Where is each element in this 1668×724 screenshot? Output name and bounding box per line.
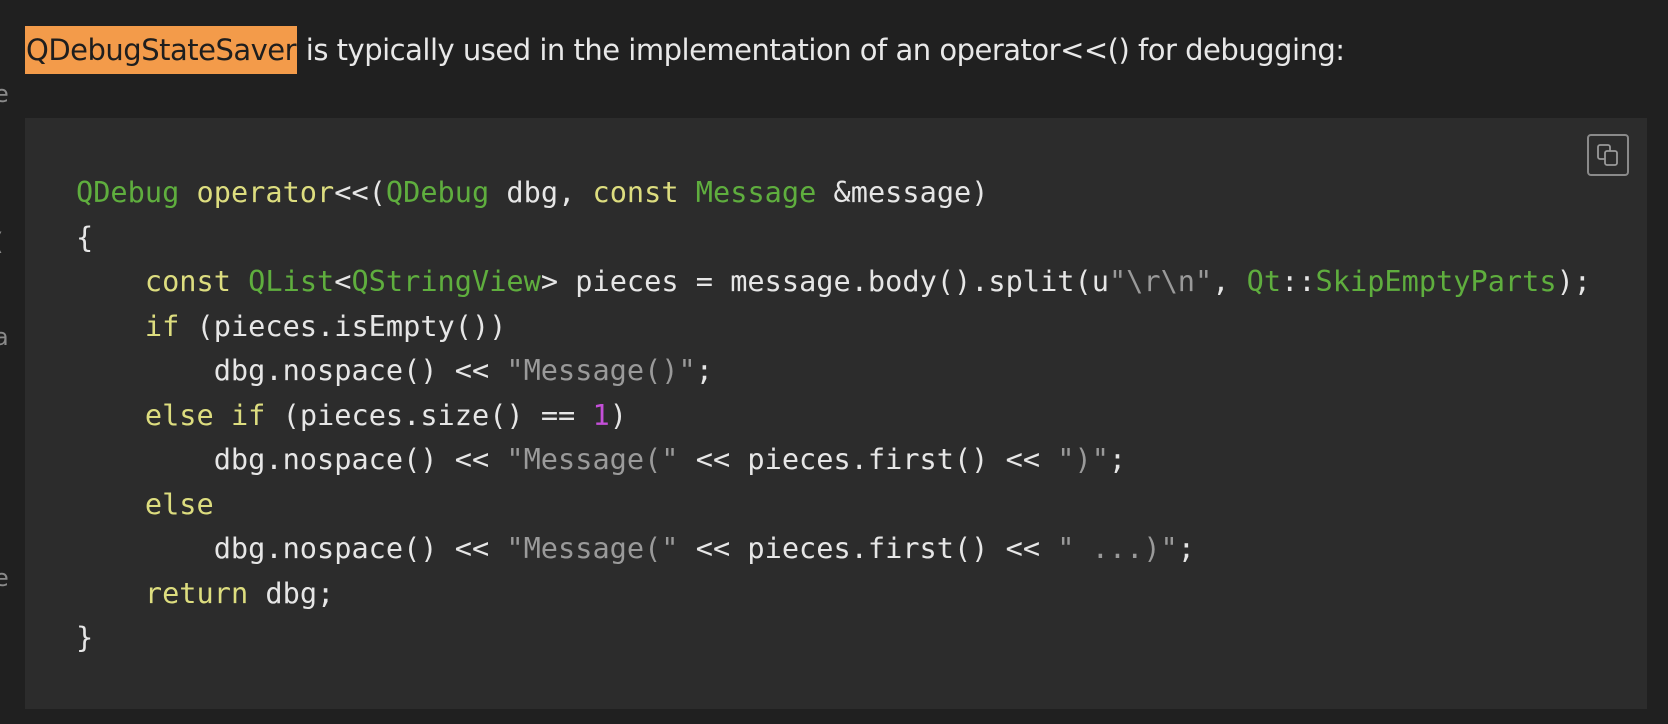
edge-text-fragment: e bbox=[0, 80, 9, 108]
code-text: dbg; bbox=[248, 575, 335, 610]
code-type: Qt bbox=[1246, 264, 1282, 298]
code-line: dbg.nospace() << "Message()"; bbox=[76, 348, 1591, 393]
code-keyword: else bbox=[144, 397, 214, 432]
code-string: "Message(" bbox=[506, 442, 679, 476]
code-text: (pieces.size() == bbox=[265, 397, 593, 432]
code-content: QDebug operator<<(QDebug dbg, const Mess… bbox=[76, 170, 1591, 660]
code-line: { bbox=[76, 215, 1591, 260]
code-number: 1 bbox=[592, 397, 610, 432]
code-type: QDebug bbox=[76, 175, 180, 209]
code-string: "\r\n" bbox=[1108, 264, 1213, 298]
code-line: dbg.nospace() << "Message(" << pieces.fi… bbox=[76, 526, 1591, 571]
code-text: > pieces = message.body().split(u bbox=[540, 264, 1109, 298]
search-highlight: QDebugStateSaver bbox=[25, 26, 298, 74]
code-type: SkipEmptyParts bbox=[1315, 264, 1557, 298]
code-line: else if (pieces.size() == 1) bbox=[76, 393, 1591, 438]
code-line: } bbox=[76, 615, 1591, 660]
code-text: dbg, bbox=[489, 175, 593, 209]
copy-icon bbox=[1597, 144, 1618, 166]
code-keyword: const bbox=[144, 264, 231, 298]
code-string: " ...)" bbox=[1057, 531, 1178, 565]
code-text: &message) bbox=[816, 175, 989, 209]
code-text: , bbox=[1212, 264, 1247, 298]
code-text: ; bbox=[1177, 531, 1195, 565]
code-type: QStringView bbox=[351, 264, 541, 298]
code-text: ; bbox=[1108, 442, 1127, 476]
code-text: dbg.nospace() << bbox=[76, 531, 507, 565]
code-keyword: const bbox=[592, 175, 679, 209]
code-type: Message bbox=[695, 175, 817, 209]
intro-text: is typically used in the implementation … bbox=[297, 33, 1345, 67]
code-text: << pieces.first() << bbox=[678, 442, 1058, 476]
code-text: :: bbox=[1281, 264, 1316, 298]
code-text: <<( bbox=[334, 175, 386, 209]
code-type: QList bbox=[248, 264, 335, 298]
code-text: { bbox=[76, 219, 94, 254]
code-text: < bbox=[334, 264, 352, 298]
code-text: << pieces.first() << bbox=[678, 531, 1058, 565]
code-line: return dbg; bbox=[76, 571, 1591, 616]
code-line: else bbox=[76, 482, 1591, 527]
edge-text-fragment: a bbox=[0, 323, 9, 351]
code-text: dbg.nospace() << bbox=[76, 353, 507, 387]
code-string: "Message()" bbox=[506, 353, 696, 387]
code-text: } bbox=[76, 620, 94, 654]
code-line: const QList<QStringView> pieces = messag… bbox=[76, 259, 1591, 304]
code-text: ) bbox=[609, 397, 627, 432]
code-text: ; bbox=[695, 353, 713, 387]
code-line: dbg.nospace() << "Message(" << pieces.fi… bbox=[76, 437, 1591, 482]
code-type: QDebug bbox=[385, 175, 490, 209]
code-keyword: if bbox=[144, 308, 180, 343]
edge-text-fragment: ( bbox=[0, 230, 3, 254]
edge-text-fragment: e bbox=[0, 564, 9, 592]
code-string: ")" bbox=[1057, 442, 1109, 476]
code-text: (pieces.isEmpty()) bbox=[179, 308, 507, 343]
intro-paragraph: QDebugStateSaver is typically used in th… bbox=[25, 26, 1345, 74]
code-keyword: else bbox=[144, 486, 214, 521]
code-string: "Message(" bbox=[506, 531, 679, 565]
code-keyword: operator bbox=[196, 175, 335, 209]
code-keyword: return bbox=[144, 575, 249, 610]
code-line: QDebug operator<<(QDebug dbg, const Mess… bbox=[76, 170, 1591, 215]
code-text: ); bbox=[1556, 264, 1591, 298]
code-keyword: if bbox=[230, 397, 266, 432]
copy-code-button[interactable] bbox=[1587, 134, 1629, 176]
code-text: dbg.nospace() << bbox=[76, 442, 507, 476]
code-line: if (pieces.isEmpty()) bbox=[76, 304, 1591, 349]
